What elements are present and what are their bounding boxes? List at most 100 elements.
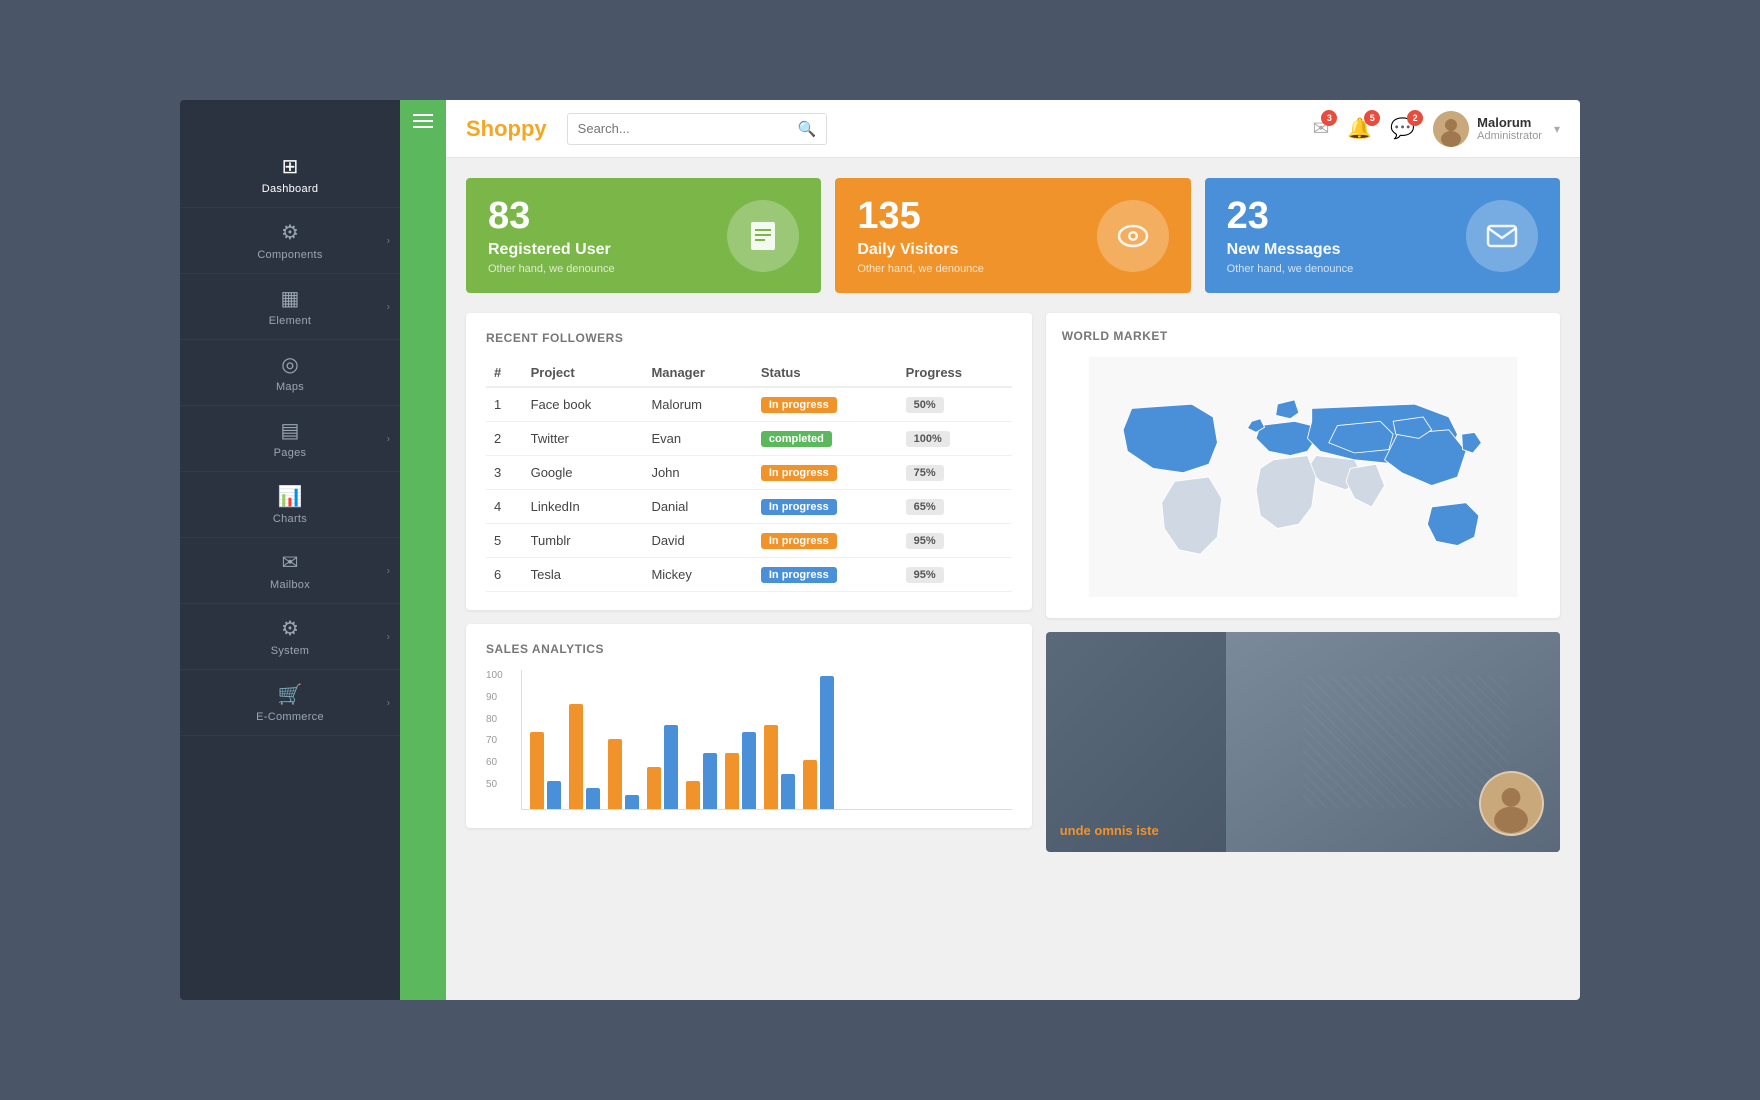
recent-followers-title: RECENT FOLLOWERS [486, 331, 1012, 345]
y-axis: 100 90 80 70 60 50 [486, 670, 503, 790]
cell-status: In progress [753, 387, 898, 422]
user-dropdown-arrow[interactable]: ▾ [1554, 122, 1560, 136]
search-input[interactable] [568, 121, 788, 136]
charts-icon: 📊 [278, 484, 303, 509]
sidebar-label-dashboard: Dashboard [262, 183, 319, 195]
chevron-icon: › [387, 235, 390, 246]
table-row: 1 Face book Malorum In progress 50% [486, 387, 1012, 422]
pages-icon: ▤ [281, 418, 300, 443]
table-row: 5 Tumblr David In progress 95% [486, 524, 1012, 558]
sidebar-label-system: System [271, 645, 309, 657]
col-status: Status [753, 359, 898, 387]
user-role: Administrator [1477, 130, 1542, 142]
cell-manager: Danial [643, 490, 752, 524]
chevron-icon-2: › [387, 301, 390, 312]
bar-blue [742, 732, 756, 809]
bar-blue [547, 781, 561, 809]
world-map [1062, 357, 1544, 597]
sidebar-menu: ⊞ Dashboard ⚙ Components › ▦ Element › ◎… [180, 142, 400, 736]
system-icon: ⚙ [281, 616, 299, 641]
cell-num: 2 [486, 422, 523, 456]
cell-status: In progress [753, 524, 898, 558]
stat-subtitle-registered: Other hand, we denounce [488, 263, 615, 275]
sidebar-item-ecommerce[interactable]: 🛒 E-Commerce › [180, 670, 400, 736]
stat-subtitle-messages: Other hand, we denounce [1227, 263, 1354, 275]
cell-progress: 75% [898, 456, 1012, 490]
cell-status: In progress [753, 558, 898, 592]
cell-manager: John [643, 456, 752, 490]
bar-blue [625, 795, 639, 809]
menu-bar [400, 100, 446, 1000]
sidebar-item-system[interactable]: ⚙ System › [180, 604, 400, 670]
search-bar: 🔍 [567, 113, 828, 145]
chart-bar-group [530, 732, 561, 809]
topnav: Shoppy 🔍 ✉ 3 🔔 5 💬 2 [446, 100, 1580, 158]
sidebar-item-components[interactable]: ⚙ Components › [180, 208, 400, 274]
bell-notification-button[interactable]: 🔔 5 [1347, 116, 1372, 141]
world-market-card: WORLD MARKET [1046, 313, 1560, 618]
chevron-icon-4: › [387, 565, 390, 576]
stat-number-visitors: 135 [857, 197, 984, 235]
cell-progress: 100% [898, 422, 1012, 456]
sidebar-item-maps[interactable]: ◎ Maps [180, 340, 400, 406]
cell-num: 3 [486, 456, 523, 490]
stat-title-messages: New Messages [1227, 241, 1354, 259]
cell-progress: 95% [898, 524, 1012, 558]
page-content: 83 Registered User Other hand, we denoun… [446, 158, 1580, 1000]
bell-badge: 5 [1364, 110, 1380, 126]
sidebar-item-element[interactable]: ▦ Element › [180, 274, 400, 340]
hamburger-menu-button[interactable] [413, 114, 433, 128]
sidebar-label-maps: Maps [276, 381, 304, 393]
sidebar-label-charts: Charts [273, 513, 307, 525]
search-button[interactable]: 🔍 [788, 114, 827, 144]
stat-title-visitors: Daily Visitors [857, 241, 984, 259]
sales-analytics-title: SALES ANALYTICS [486, 642, 1012, 656]
components-icon: ⚙ [281, 220, 299, 245]
maps-icon: ◎ [281, 352, 298, 377]
stat-icon-visitors [1097, 200, 1169, 272]
chart-bar-group [569, 704, 600, 809]
stat-info-registered: 83 Registered User Other hand, we denoun… [488, 197, 615, 275]
chat-notification-button[interactable]: 💬 2 [1390, 116, 1415, 141]
cell-project: Face book [523, 387, 644, 422]
bottom-section: RECENT FOLLOWERS # Project Manager Statu… [466, 313, 1560, 852]
col-manager: Manager [643, 359, 752, 387]
bar-orange [530, 732, 544, 809]
bar-blue [586, 788, 600, 809]
cell-status: completed [753, 422, 898, 456]
table-row: 2 Twitter Evan completed 100% [486, 422, 1012, 456]
email-notification-button[interactable]: ✉ 3 [1313, 116, 1330, 141]
chart-bar-group [725, 732, 756, 809]
bar-orange [608, 739, 622, 809]
cell-progress: 50% [898, 387, 1012, 422]
stat-title-registered: Registered User [488, 241, 615, 259]
cell-progress: 95% [898, 558, 1012, 592]
cell-manager: Malorum [643, 387, 752, 422]
chart-bar-group [647, 725, 678, 809]
promo-card: unde omnis iste [1046, 632, 1560, 852]
cell-project: Google [523, 456, 644, 490]
cell-manager: Mickey [643, 558, 752, 592]
cell-manager: David [643, 524, 752, 558]
recent-followers-card: RECENT FOLLOWERS # Project Manager Statu… [466, 313, 1032, 610]
stat-icon-registered [727, 200, 799, 272]
bar-orange [725, 753, 739, 809]
sidebar-label-components: Components [257, 249, 322, 261]
stat-icon-messages [1466, 200, 1538, 272]
sidebar-item-pages[interactable]: ▤ Pages › [180, 406, 400, 472]
right-panel: WORLD MARKET [1046, 313, 1560, 852]
table-row: 3 Google John In progress 75% [486, 456, 1012, 490]
sidebar-item-dashboard[interactable]: ⊞ Dashboard [180, 142, 400, 208]
table-row: 4 LinkedIn Danial In progress 65% [486, 490, 1012, 524]
sidebar-item-charts[interactable]: 📊 Charts [180, 472, 400, 538]
cell-project: LinkedIn [523, 490, 644, 524]
cell-num: 1 [486, 387, 523, 422]
user-profile[interactable]: Malorum Administrator ▾ [1433, 111, 1560, 147]
bar-orange [764, 725, 778, 809]
stat-card-visitors: 135 Daily Visitors Other hand, we denoun… [835, 178, 1190, 293]
table-row: 6 Tesla Mickey In progress 95% [486, 558, 1012, 592]
bar-blue [820, 676, 834, 809]
sidebar-item-mailbox[interactable]: ✉ Mailbox › [180, 538, 400, 604]
stat-info-visitors: 135 Daily Visitors Other hand, we denoun… [857, 197, 984, 275]
bar-blue [703, 753, 717, 809]
